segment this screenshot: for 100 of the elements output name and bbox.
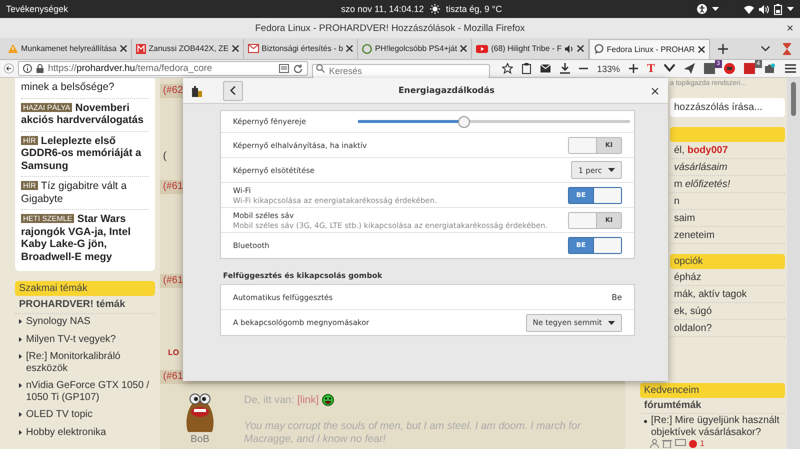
brightness-slider[interactable] bbox=[358, 116, 630, 128]
zoom-out-icon[interactable] bbox=[578, 67, 588, 70]
bullet-icon bbox=[19, 412, 22, 417]
menu-link[interactable]: n bbox=[670, 193, 785, 210]
user-icon bbox=[650, 439, 659, 448]
subheading: PROHARDVER! témák bbox=[15, 296, 155, 314]
close-button[interactable]: × bbox=[650, 84, 660, 98]
lock-icon[interactable] bbox=[36, 64, 44, 73]
close-icon[interactable] bbox=[120, 45, 127, 52]
tab-label: (68) Hilight Tribe - F bbox=[491, 44, 562, 53]
accessibility-icon[interactable] bbox=[697, 4, 707, 14]
caret-icon[interactable] bbox=[712, 6, 719, 12]
chevron-icon[interactable] bbox=[664, 64, 675, 73]
clock[interactable]: szo nov 11, 14:04.12 bbox=[340, 4, 424, 14]
battery-icon bbox=[191, 84, 203, 96]
post-number[interactable]: (#61 bbox=[163, 371, 184, 382]
news-link[interactable]: minek a belsősége? bbox=[21, 78, 149, 98]
close-icon[interactable] bbox=[232, 45, 239, 52]
back-button[interactable] bbox=[4, 61, 14, 76]
browser-tab[interactable]: Fedora Linux - PROHAR bbox=[588, 38, 710, 58]
topic-link[interactable]: OLED TV topic bbox=[26, 409, 93, 420]
wifi-icon[interactable] bbox=[744, 4, 754, 14]
chevron-down-icon[interactable] bbox=[761, 46, 770, 52]
alert-icon bbox=[689, 440, 697, 448]
browser-tab[interactable]: Munkamenet helyreállítása bbox=[4, 38, 132, 58]
new-tab-icon[interactable] bbox=[718, 44, 728, 54]
trash-icon bbox=[662, 439, 672, 448]
menu-link[interactable]: mák, aktív tagok bbox=[670, 286, 785, 303]
caret-icon[interactable] bbox=[787, 6, 794, 12]
topic-link[interactable]: Milyen TV-t vegyek? bbox=[26, 334, 116, 345]
menu-link[interactable]: saim bbox=[670, 210, 785, 227]
battery-icon[interactable] bbox=[774, 4, 782, 14]
volume-icon[interactable] bbox=[759, 4, 769, 14]
topic-link[interactable]: [Re:] Mire ügyeljünk használt objektívek vásárlásakor? bbox=[651, 415, 781, 438]
hourglass-icon[interactable] bbox=[782, 42, 792, 54]
close-button[interactable]: × bbox=[780, 21, 800, 35]
bullet-icon bbox=[19, 430, 22, 434]
window-title: Fedora Linux - PROHARDVER! Hozzászólások - Mozilla Firefox bbox=[254, 22, 526, 34]
reader-icon[interactable] bbox=[278, 64, 289, 73]
topic-link[interactable]: Synology NAS bbox=[26, 316, 90, 328]
topic-link[interactable]: nVidia GeForce GTX 1050 / 1050 Ti (GP107) bbox=[26, 380, 151, 403]
star-icon[interactable] bbox=[502, 63, 513, 74]
browser-tab[interactable]: PH!legolcsóbb PS4+ját bbox=[358, 38, 472, 58]
post-number[interactable]: (#61 bbox=[163, 275, 184, 286]
section-header: opciók bbox=[670, 254, 785, 269]
speaker-icon[interactable] bbox=[564, 44, 574, 52]
close-icon[interactable] bbox=[460, 45, 468, 52]
close-icon[interactable] bbox=[698, 46, 705, 52]
chevron-left-icon bbox=[230, 86, 236, 95]
post-number[interactable]: (#61 bbox=[163, 181, 184, 192]
slider-thumb[interactable] bbox=[458, 116, 470, 128]
bullet-icon bbox=[644, 420, 647, 423]
compose-link[interactable]: hozzászólás írása... bbox=[670, 98, 785, 117]
post-number[interactable]: (#62 bbox=[163, 85, 184, 96]
zoom-level[interactable]: 133% bbox=[596, 64, 620, 74]
topic-link[interactable]: [Re:] Monitorkalibráló eszközök bbox=[26, 351, 151, 374]
speech-bubble-icon bbox=[594, 44, 604, 54]
info-icon[interactable] bbox=[22, 64, 32, 73]
scrollbar-thumb[interactable] bbox=[791, 82, 796, 116]
menu-link[interactable]: él, body007 bbox=[670, 142, 785, 159]
envelope-icon bbox=[248, 44, 259, 53]
menu-icon[interactable] bbox=[785, 64, 796, 73]
topic-link[interactable]: Hobby elektronika bbox=[26, 426, 106, 438]
menu-link[interactable]: ek, súgó bbox=[670, 303, 785, 320]
send-icon[interactable] bbox=[684, 63, 695, 74]
envelope-icon[interactable] bbox=[540, 64, 551, 73]
puzzle-icon[interactable] bbox=[764, 63, 776, 74]
browser-tab[interactable]: (68) Hilight Tribe - F bbox=[472, 38, 589, 58]
scrollbar[interactable] bbox=[787, 78, 800, 449]
close-icon[interactable] bbox=[576, 45, 584, 52]
extension-logo[interactable]: T bbox=[646, 61, 655, 76]
tab-label: Zanussi ZOB442X, ZE bbox=[148, 44, 229, 53]
sun-icon bbox=[430, 4, 440, 14]
setting-value: Be bbox=[612, 292, 622, 302]
menu-link[interactable]: oldalon? bbox=[670, 320, 785, 337]
signature-text: You may corrupt the souls of men, but I am steel. I am doom. I march for Macragge, and I know no fear! bbox=[244, 420, 582, 446]
bullet-icon bbox=[19, 383, 22, 388]
dialog-title: Energiagazdálkodás bbox=[397, 86, 496, 96]
weather-text[interactable]: tiszta ég, 9 °C bbox=[446, 4, 502, 14]
subheading: fórumtémák bbox=[640, 398, 785, 414]
close-icon[interactable] bbox=[346, 45, 354, 52]
round-extension-icon[interactable] bbox=[724, 63, 735, 74]
menu-link[interactable]: épház bbox=[670, 269, 785, 286]
comment-icon bbox=[675, 439, 686, 448]
menu-link[interactable]: vásárlásaim bbox=[670, 159, 785, 176]
zoom-in-icon[interactable] bbox=[628, 64, 638, 73]
bullet-icon bbox=[19, 319, 22, 324]
activities-button[interactable]: Tevékenységek bbox=[6, 4, 206, 14]
download-icon[interactable] bbox=[560, 63, 570, 74]
clipboard-icon[interactable] bbox=[522, 63, 531, 74]
browser-tab[interactable]: Zanussi ZOB442X, ZE bbox=[132, 38, 244, 58]
reload-icon[interactable] bbox=[292, 64, 303, 74]
warning-icon bbox=[8, 44, 18, 53]
back-button[interactable] bbox=[223, 80, 243, 100]
menu-link[interactable]: m előfizetés! bbox=[670, 176, 785, 193]
menu-link[interactable]: zeneteim bbox=[670, 227, 785, 244]
browser-tab[interactable]: Biztonsági értesítés - b bbox=[244, 38, 358, 58]
search-field[interactable]: Keresés bbox=[312, 64, 490, 78]
address-bar[interactable]: https://prohardver.hu/tema/fedora_core bbox=[18, 61, 308, 76]
circle-icon bbox=[362, 44, 372, 54]
